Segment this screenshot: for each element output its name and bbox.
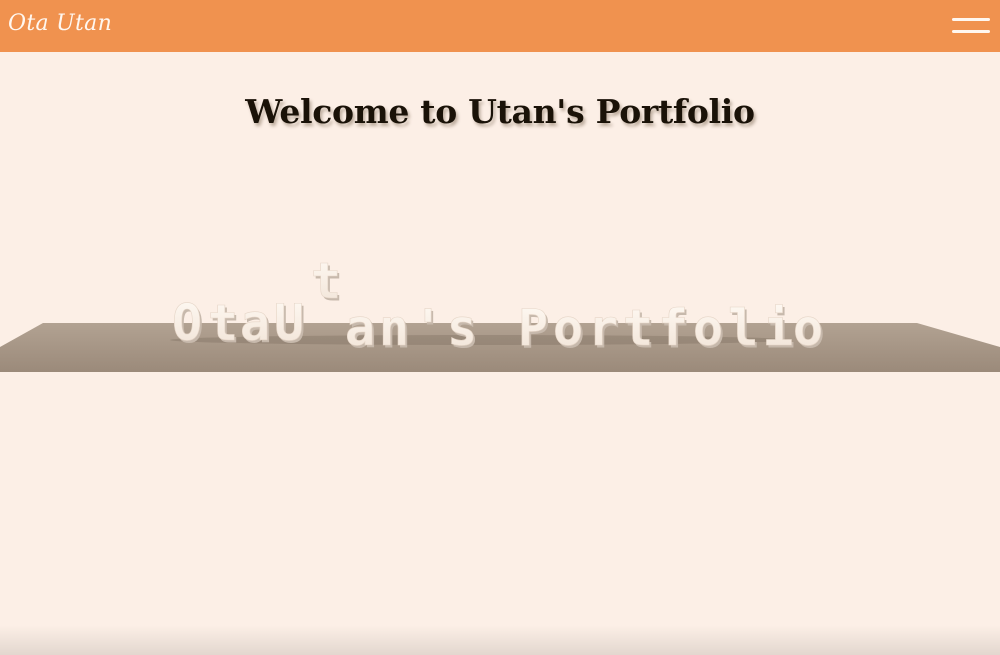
- 3d-letter-s-face: s: [447, 299, 477, 357]
- navbar: Ota Utan: [0, 0, 1000, 52]
- 3d-letter-i-face: i: [763, 299, 793, 357]
- 3d-letter-O-face: O: [172, 294, 202, 352]
- hamburger-menu-icon[interactable]: [952, 16, 990, 36]
- 3d-letter-P-face: P: [518, 299, 548, 357]
- 3d-scene[interactable]: O t a U t a n ' s P o r t f o l i o O t …: [0, 200, 1000, 400]
- 3d-letter-a-face: a: [240, 294, 270, 352]
- 3d-scene-canvas[interactable]: O t a U t a n ' s P o r t f o l i o O t …: [0, 200, 1000, 400]
- brand-logo-link[interactable]: Ota Utan: [8, 11, 112, 36]
- hamburger-bar: [952, 30, 990, 33]
- 3d-letter-a2-face: a: [345, 299, 375, 357]
- 3d-letter-t2-face: t: [623, 299, 653, 357]
- 3d-letter-o3-face: o: [793, 299, 823, 357]
- 3d-letter-l-face: l: [728, 299, 758, 357]
- hamburger-bar: [952, 18, 990, 21]
- scene-floor-plane: [0, 323, 1000, 372]
- 3d-letter-t-raised-face: t: [311, 252, 341, 310]
- 3d-letter-n-face: n: [379, 299, 409, 357]
- page-title: Welcome to Utan's Portfolio: [245, 92, 755, 131]
- 3d-letter-o2-face: o: [693, 299, 723, 357]
- 3d-letter-t-face: t: [208, 294, 238, 352]
- 3d-letter-o-face: o: [553, 299, 583, 357]
- 3d-letter-U-face: U: [274, 294, 304, 352]
- 3d-letter-f-face: f: [658, 299, 688, 357]
- 3d-letter-apostrophe-face: ': [413, 299, 443, 357]
- 3d-letter-r-face: r: [588, 299, 618, 357]
- bottom-shade: [0, 625, 1000, 655]
